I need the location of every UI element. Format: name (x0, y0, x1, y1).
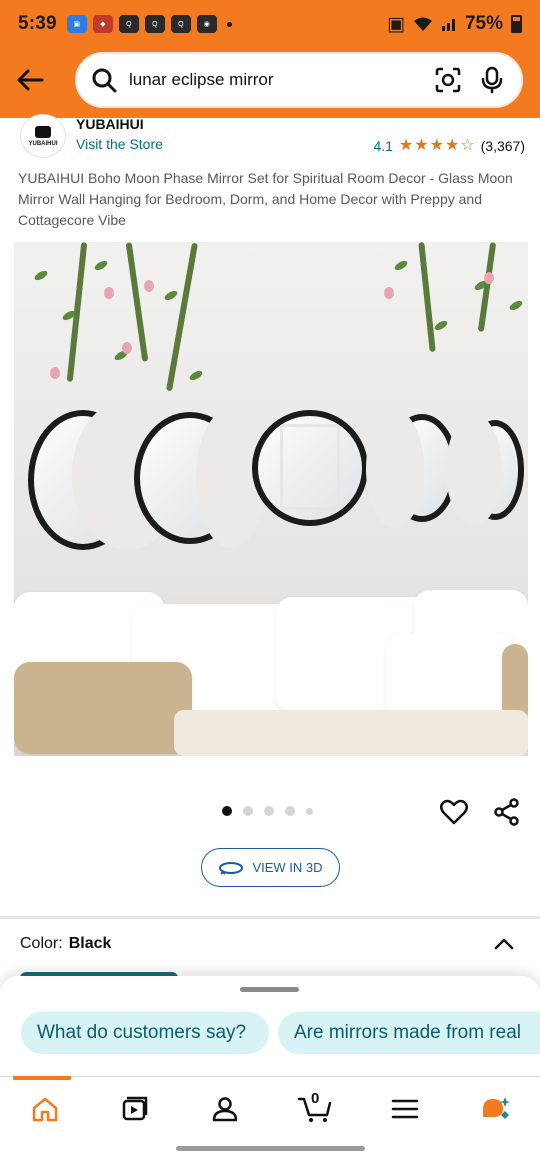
video-play-icon (122, 1096, 148, 1121)
nav-home[interactable] (15, 1084, 75, 1134)
gesture-bar (176, 1146, 365, 1151)
full-moon-mirror (252, 410, 368, 526)
section-divider (0, 916, 540, 919)
rosebud-decoration (484, 272, 494, 284)
rosebud-decoration (50, 367, 60, 379)
pager-dot[interactable] (264, 806, 274, 816)
app-notification-icon: Q (118, 15, 139, 33)
rosebud-decoration (384, 287, 394, 299)
search-query[interactable]: lunar eclipse mirror (129, 70, 419, 90)
product-title: YUBAIHUI Boho Moon Phase Mirror Set for … (18, 170, 513, 228)
share-icon (494, 798, 519, 826)
rosebud-decoration (122, 342, 132, 354)
status-time: 5:39 (18, 13, 57, 34)
nav-cart[interactable]: 0 (285, 1084, 345, 1134)
window-reflection (280, 424, 340, 510)
review-count: (3,367) (480, 138, 525, 154)
camera-scan-icon (435, 67, 461, 93)
crescent-cutout-right (446, 414, 502, 526)
nav-video[interactable] (105, 1084, 165, 1134)
rosebud-decoration (104, 287, 114, 299)
nav-account[interactable] (195, 1084, 255, 1134)
nav-menu[interactable] (375, 1084, 435, 1134)
voice-search-button[interactable] (477, 65, 507, 95)
sheet-drag-handle[interactable] (240, 987, 299, 992)
rating-summary[interactable]: 4.1 ★ ★ ★ ★ ☆ (3,367) (373, 138, 525, 155)
store-name: YUBAIHUI (76, 116, 144, 132)
product-image[interactable] (14, 242, 528, 756)
shield-notification-icon: ◆ (92, 15, 113, 33)
hamburger-menu-icon (391, 1099, 419, 1119)
back-button[interactable] (0, 50, 60, 110)
star-full-icon: ★ (429, 137, 444, 154)
status-bar: 5:39 ▣ ◆ Q Q Q ◉ ▣ 75% (0, 0, 540, 48)
bottom-nav: 0 (0, 1080, 540, 1138)
star-full-icon: ★ (414, 137, 429, 154)
color-selector: Color: Black (20, 935, 520, 953)
chrome-notification-icon: ◉ (196, 15, 217, 33)
color-label: Color: (20, 935, 63, 952)
collapse-color-button[interactable] (490, 930, 518, 958)
battery-percent: 75% (464, 13, 503, 34)
suggestion-chip[interactable]: Are mirrors made from real (278, 1012, 540, 1054)
view-in-3d-button[interactable]: VIEW IN 3D (201, 848, 340, 887)
star-rating: ★ ★ ★ ★ ☆ (399, 138, 475, 154)
wishlist-button[interactable] (438, 796, 470, 828)
store-row: YUBAIHUI YUBAIHUI Visit the Store 4.1 ★ … (20, 114, 525, 158)
notification-icons: ▣ ◆ Q Q Q ◉ (66, 15, 232, 33)
suggestion-sheet: What do customers say? Are mirrors made … (0, 976, 540, 1076)
visit-store-link[interactable]: Visit the Store (76, 136, 163, 152)
store-logo-text: YUBAIHUI (28, 140, 58, 147)
search-row: lunar eclipse mirror (0, 50, 540, 110)
app-notification-icon: ▣ (66, 15, 87, 33)
view-in-3d-label: VIEW IN 3D (252, 860, 323, 875)
search-icon (92, 68, 117, 93)
rotate-3d-icon (219, 861, 244, 875)
share-button[interactable] (491, 796, 523, 828)
chevron-up-icon (494, 938, 514, 950)
suggestion-chip[interactable]: What do customers say? (21, 1012, 269, 1054)
rufus-assistant-icon (483, 1097, 510, 1119)
status-right: ▣ 75% (387, 13, 522, 36)
wifi-icon (413, 17, 432, 31)
cart-count: 0 (311, 1090, 320, 1107)
home-icon (32, 1097, 58, 1122)
rating-value: 4.1 (373, 138, 393, 154)
pager-dot-active[interactable] (222, 806, 232, 816)
star-full-icon: ★ (444, 137, 460, 154)
rosebud-decoration (144, 280, 154, 292)
app-notification-icon: Q (170, 15, 191, 33)
back-arrow-icon (17, 69, 44, 91)
account-icon (212, 1097, 238, 1122)
signal-icon (441, 19, 455, 31)
pager-dot[interactable] (285, 806, 295, 816)
battery-icon (511, 15, 522, 33)
store-logo[interactable]: YUBAIHUI (20, 114, 66, 158)
nfc-icon: ▣ (387, 13, 405, 35)
color-value: Black (68, 935, 112, 952)
store-logo-mark (35, 125, 51, 138)
image-pager-dots[interactable] (222, 806, 313, 816)
pager-dot[interactable] (306, 807, 313, 815)
beige-pillow (14, 662, 192, 754)
camera-search-button[interactable] (433, 65, 463, 95)
star-empty-icon: ☆ (460, 137, 475, 154)
star-full-icon: ★ (398, 137, 414, 154)
heart-icon (440, 799, 468, 825)
gibbous-cutout-right (366, 410, 424, 528)
search-input[interactable]: lunar eclipse mirror (75, 52, 523, 108)
microphone-icon (481, 66, 503, 94)
more-notifications-icon (226, 21, 232, 27)
pager-dot[interactable] (243, 806, 253, 816)
nav-rufus[interactable] (465, 1084, 525, 1134)
nav-divider (0, 1076, 540, 1077)
knit-throw (174, 710, 528, 756)
app-notification-icon: Q (144, 15, 165, 33)
